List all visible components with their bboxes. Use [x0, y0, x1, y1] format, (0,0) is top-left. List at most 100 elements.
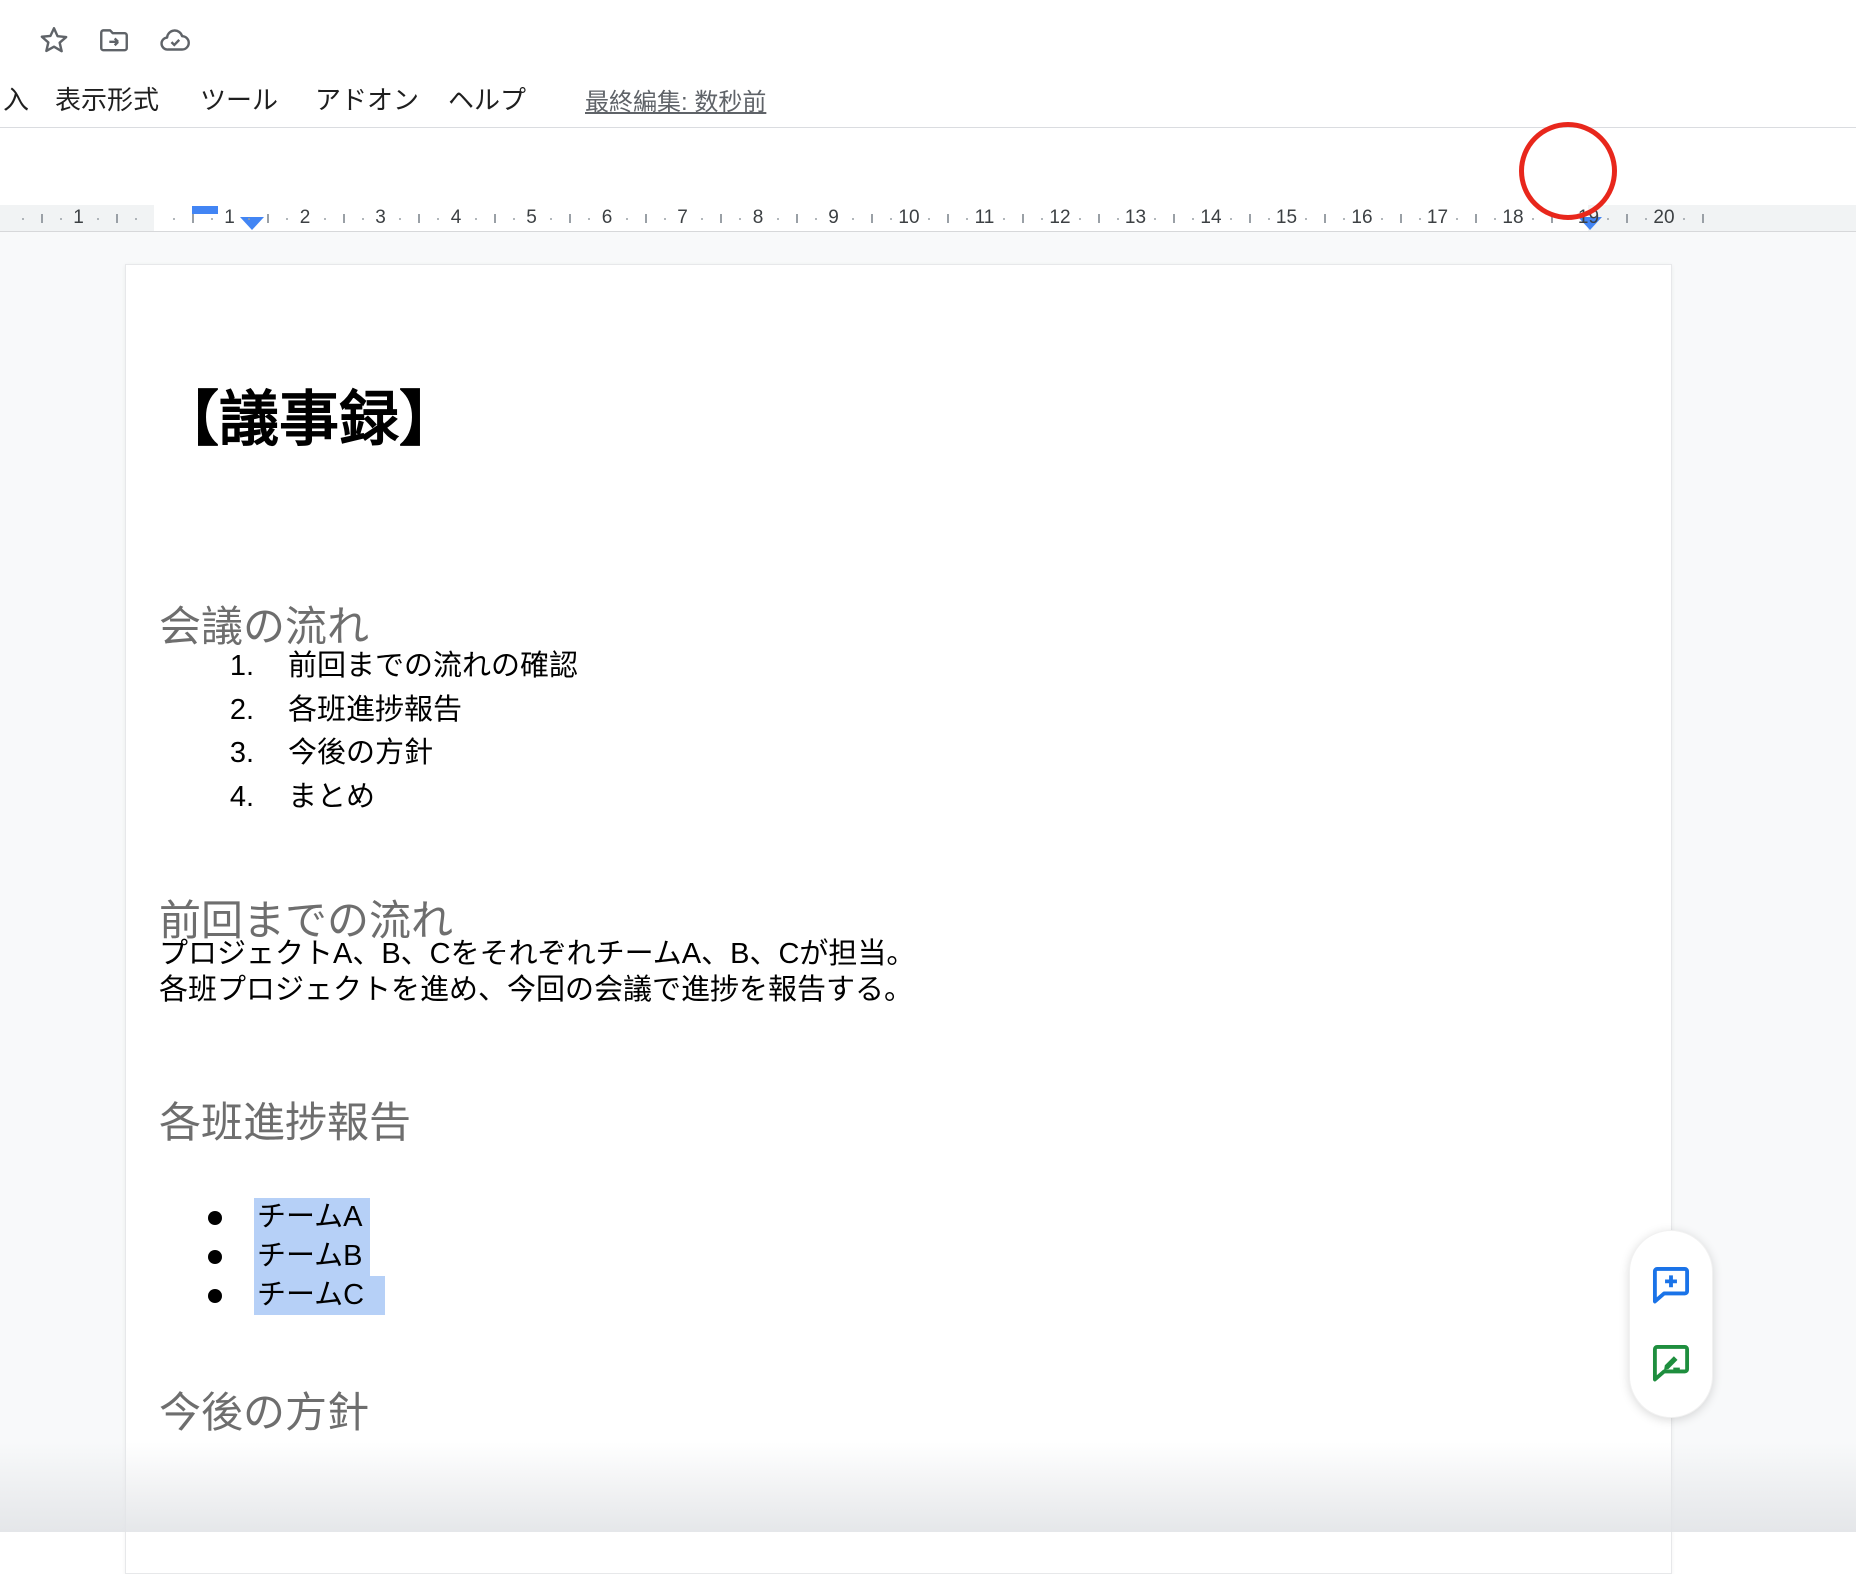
ruler-number: 14	[1200, 207, 1221, 229]
ruler-tick	[1173, 214, 1175, 223]
ruler-tick	[494, 214, 496, 223]
selected-text: チームC	[254, 1276, 385, 1315]
ruler-dot	[815, 218, 817, 220]
ruler-dot	[1381, 218, 1383, 220]
list-number: 4.	[194, 777, 254, 817]
ruler-dot	[626, 218, 628, 220]
ruler-dot	[1419, 218, 1421, 220]
ruler-number: 5	[526, 207, 537, 229]
ruler-number: 7	[677, 207, 688, 229]
list-number: 2.	[194, 690, 254, 730]
add-comment-icon	[1648, 1262, 1694, 1308]
ruler-number: 4	[451, 207, 462, 229]
ruler-tick	[1702, 214, 1704, 223]
move-folder-button[interactable]	[97, 24, 131, 58]
ruler-tick	[871, 214, 873, 223]
ruler-tick	[947, 214, 949, 223]
ruler: 11234567891011121314151617181920	[0, 205, 1856, 232]
ruler-dot	[211, 218, 213, 220]
ruler-dot	[1268, 218, 1270, 220]
ruler-dot	[173, 218, 175, 220]
ruler-dot	[664, 218, 666, 220]
menu-item-tools[interactable]: ツール	[200, 80, 278, 117]
ruler-number: 18	[1502, 207, 1523, 229]
ruler-number: 6	[602, 207, 613, 229]
menu-item-insert-partial[interactable]: 入	[3, 80, 29, 117]
ruler-tick	[569, 214, 571, 223]
ruler-tick	[1324, 214, 1326, 223]
ruler-tick	[1400, 214, 1402, 223]
paragraph-line: プロジェクトA、B、CをそれぞれチームA、B、Cが担当。	[159, 934, 915, 974]
left-indent-marker[interactable]	[240, 217, 264, 230]
ruler-number: 1	[224, 207, 235, 229]
ruler-dot	[1645, 218, 1647, 220]
ruler-number: 9	[828, 207, 839, 229]
ruler-number: 20	[1653, 207, 1674, 229]
ruler-dot	[135, 218, 137, 220]
ruler-tick	[267, 214, 269, 223]
ruler-dot	[60, 218, 62, 220]
ruler-tick	[418, 214, 420, 223]
ruler-tick	[1626, 214, 1628, 223]
ruler-tick	[116, 214, 118, 223]
selected-text: チームA	[254, 1198, 370, 1237]
add-comment-floating-button[interactable]	[1647, 1261, 1695, 1309]
ruler-dot	[1570, 218, 1572, 220]
ruler-tick	[1249, 214, 1251, 223]
ruler-dot	[475, 218, 477, 220]
ruler-dot	[362, 218, 364, 220]
ruler-number: 17	[1427, 207, 1448, 229]
ruler-dot	[928, 218, 930, 220]
ruler-number: 15	[1276, 207, 1297, 229]
ruler-tick	[1098, 214, 1100, 223]
ruler-tick	[1551, 214, 1553, 223]
ruler-dot	[966, 218, 968, 220]
ruler-tick	[1475, 214, 1477, 223]
ruler-number: 1	[73, 207, 84, 229]
menu-item-addons[interactable]: アドオン	[315, 80, 419, 117]
first-line-indent-marker[interactable]	[192, 206, 218, 214]
ruler-tick	[192, 214, 194, 223]
ruler-number: 2	[300, 207, 311, 229]
side-action-pill	[1629, 1230, 1713, 1418]
section-heading: 各班進捗報告	[159, 1097, 411, 1149]
ruler-tick	[720, 214, 722, 223]
ruler-number: 10	[898, 207, 919, 229]
ruler-dot	[1230, 218, 1232, 220]
ruler-dot	[1607, 218, 1609, 220]
ruler-dot	[97, 218, 99, 220]
titlebar	[0, 0, 1856, 70]
ruler-tick	[645, 214, 647, 223]
ruler-tick	[343, 214, 345, 223]
star-icon	[37, 24, 71, 58]
ruler-number: 12	[1049, 207, 1070, 229]
google-docs-app: 入 表示形式 ツール アドオン ヘルプ 最終編集: 数秒前 標準テキス... A…	[0, 0, 1856, 1532]
ruler-tick	[41, 214, 43, 223]
bullet-icon	[208, 1289, 222, 1303]
ruler-number: 3	[375, 207, 386, 229]
ruler-dot	[324, 218, 326, 220]
ruler-dot	[777, 218, 779, 220]
suggest-edits-icon	[1648, 1340, 1694, 1386]
document-page[interactable]: 【議事録】 会議の流れ 1. 前回までの流れの確認 2. 各班進捗報告 3. 今…	[125, 264, 1672, 1574]
ruler-dot	[1079, 218, 1081, 220]
menubar: 入 表示形式 ツール アドオン ヘルプ 最終編集: 数秒前	[0, 70, 1856, 127]
bullet-icon	[208, 1211, 222, 1225]
paragraph-line: 各班プロジェクトを進め、今回の会議で進捗を報告する。	[159, 970, 913, 1010]
ruler-tick	[1022, 214, 1024, 223]
ruler-dot	[513, 218, 515, 220]
ruler-number: 11	[975, 207, 995, 229]
ruler-number: 8	[753, 207, 764, 229]
last-edit-link[interactable]: 最終編集: 数秒前	[585, 82, 766, 117]
star-button[interactable]	[37, 24, 71, 58]
cloud-done-icon	[158, 24, 192, 58]
list-number: 1.	[194, 646, 254, 686]
ruler-number: 16	[1351, 207, 1372, 229]
suggest-edits-button[interactable]	[1647, 1339, 1695, 1387]
menu-item-format[interactable]: 表示形式	[55, 80, 159, 117]
ruler-dot	[1117, 218, 1119, 220]
menu-item-help[interactable]: ヘルプ	[448, 80, 526, 117]
cloud-status-button[interactable]	[158, 24, 192, 58]
ruler-number: 19	[1578, 207, 1599, 229]
move-folder-icon	[97, 24, 131, 58]
